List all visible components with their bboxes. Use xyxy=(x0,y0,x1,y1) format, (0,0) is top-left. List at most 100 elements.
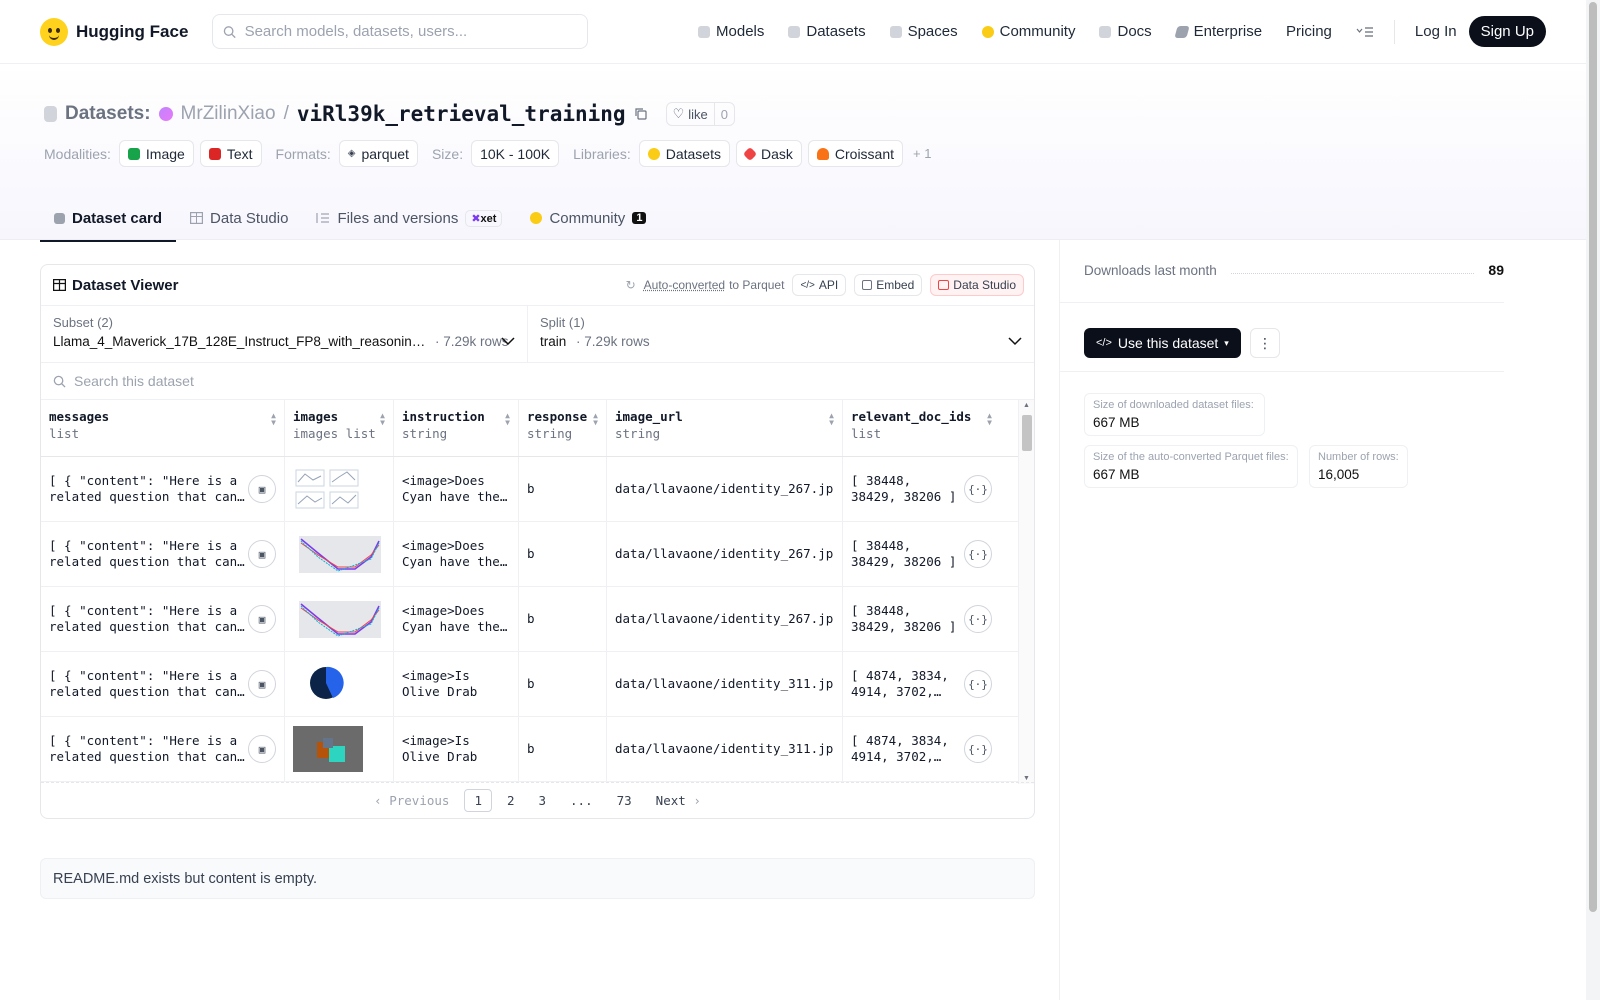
cell-response[interactable]: b xyxy=(519,717,607,781)
auto-converted-link[interactable]: Auto-converted xyxy=(644,278,725,292)
tab-data-studio[interactable]: Data Studio xyxy=(176,195,302,241)
sort-icon[interactable]: ▲ ▼ xyxy=(593,412,598,427)
column-header-image-url[interactable]: image_url string ▲ ▼ xyxy=(607,400,843,456)
more-libraries[interactable]: + 1 xyxy=(913,146,931,161)
tag-croissant[interactable]: Croissant xyxy=(807,140,904,167)
global-search[interactable] xyxy=(212,14,589,49)
cell-messages[interactable]: [ { "content": "Here is a related questi… xyxy=(41,652,285,716)
api-button[interactable]: </> API xyxy=(792,274,847,296)
sort-icon[interactable]: ▲ ▼ xyxy=(380,412,385,427)
page-button[interactable]: 1 xyxy=(464,789,492,812)
json-braces-icon[interactable]: {·} xyxy=(964,670,992,698)
column-header-instruction[interactable]: instruction string ▲ ▼ xyxy=(394,400,519,456)
table-scrollbar[interactable]: ▲ ▼ xyxy=(1018,400,1034,784)
cell-image-url[interactable]: data/llavaone/identity_311.jpg xyxy=(607,652,843,716)
cell-images[interactable] xyxy=(285,717,394,781)
cell-instruction[interactable]: <image>Is Olive Drab the… xyxy=(394,652,519,716)
nav-pricing[interactable]: Pricing xyxy=(1274,23,1344,40)
json-braces-icon[interactable]: {·} xyxy=(964,540,992,568)
owner-link[interactable]: MrZilinXiao xyxy=(181,103,276,125)
cell-images[interactable] xyxy=(285,457,394,521)
tab-community[interactable]: Community 1 xyxy=(516,195,660,241)
dataset-name[interactable]: viRl39k_retrieval_training xyxy=(297,102,626,126)
sort-icon[interactable]: ▲ ▼ xyxy=(829,412,834,427)
cell-response[interactable]: b xyxy=(519,522,607,586)
cell-instruction[interactable]: <image>Does Cyan have the… xyxy=(394,587,519,651)
cell-images[interactable] xyxy=(285,587,394,651)
login-link[interactable]: Log In xyxy=(1403,23,1469,40)
image-thumbnail[interactable] xyxy=(293,661,363,707)
nav-datasets[interactable]: Datasets xyxy=(776,23,877,40)
column-header-messages[interactable]: messages list ▲ ▼ xyxy=(41,400,285,456)
cell-instruction[interactable]: <image>Does Cyan have the… xyxy=(394,457,519,521)
chat-bubble-icon[interactable]: ▣ xyxy=(248,475,276,503)
page-button[interactable]: 3 xyxy=(530,790,556,811)
table-row[interactable]: [ { "content": "Here is a related questi… xyxy=(41,457,1020,522)
cell-response[interactable]: b xyxy=(519,652,607,716)
sort-icon[interactable]: ▲ ▼ xyxy=(271,412,276,427)
page-button[interactable]: 2 xyxy=(498,790,524,811)
subset-selector[interactable]: Subset (2) Llama_4_Maverick_17B_128E_Ins… xyxy=(41,306,528,362)
cell-image-url[interactable]: data/llavaone/identity_267.jpg xyxy=(607,457,843,521)
table-row[interactable]: [ { "content": "Here is a related questi… xyxy=(41,652,1020,717)
use-this-dataset-button[interactable]: </> Use this dataset ▾ xyxy=(1084,328,1241,358)
column-header-response[interactable]: response string ▲ ▼ xyxy=(519,400,607,456)
cell-messages[interactable]: [ { "content": "Here is a related questi… xyxy=(41,457,285,521)
nav-enterprise[interactable]: Enterprise xyxy=(1164,23,1274,40)
image-thumbnail[interactable] xyxy=(293,466,363,512)
table-row[interactable]: [ { "content": "Here is a related questi… xyxy=(41,522,1020,587)
table-row[interactable]: [ { "content": "Here is a related questi… xyxy=(41,587,1020,652)
data-studio-button[interactable]: Data Studio xyxy=(930,274,1024,296)
scroll-down-arrow-icon[interactable]: ▼ xyxy=(1023,775,1030,782)
column-header-relevant-doc-ids[interactable]: relevant_doc_ids list ▲ ▼ xyxy=(843,400,1000,456)
image-thumbnail[interactable] xyxy=(293,726,363,772)
tag-image[interactable]: Image xyxy=(118,140,194,167)
page-button[interactable]: 73 xyxy=(608,790,641,811)
cell-instruction[interactable]: <image>Does Cyan have the… xyxy=(394,522,519,586)
cell-image-url[interactable]: data/llavaone/identity_311.jpg xyxy=(607,717,843,781)
cell-relevant-doc-ids[interactable]: [ 4874, 3834, 4914, 3702,… {·} xyxy=(843,717,1000,781)
cell-relevant-doc-ids[interactable]: [ 4874, 3834, 4914, 3702,… {·} xyxy=(843,652,1000,716)
brand-link[interactable]: Hugging Face xyxy=(40,17,188,46)
page-scrollbar[interactable] xyxy=(1586,0,1600,1000)
cell-response[interactable]: b xyxy=(519,587,607,651)
tag-size[interactable]: 10K - 100K xyxy=(471,140,560,167)
tag-datasets-lib[interactable]: Datasets xyxy=(638,140,730,167)
image-thumbnail[interactable] xyxy=(293,596,383,642)
tab-dataset-card[interactable]: Dataset card xyxy=(40,195,177,242)
previous-page-button[interactable]: ‹ Previous xyxy=(365,790,458,811)
sort-icon[interactable]: ▲ ▼ xyxy=(505,412,510,427)
page-scrollbar-thumb[interactable] xyxy=(1589,2,1597,912)
chat-bubble-icon[interactable]: ▣ xyxy=(248,670,276,698)
table-scrollbar-thumb[interactable] xyxy=(1022,415,1032,451)
chat-bubble-icon[interactable]: ▣ xyxy=(248,735,276,763)
column-header-images[interactable]: images images list ▲ ▼ xyxy=(285,400,394,456)
json-braces-icon[interactable]: {·} xyxy=(964,475,992,503)
copy-icon[interactable] xyxy=(634,107,648,121)
cell-instruction[interactable]: <image>Is Olive Drab the… xyxy=(394,717,519,781)
sort-icon[interactable]: ▲ ▼ xyxy=(987,412,992,427)
cell-messages[interactable]: [ { "content": "Here is a related questi… xyxy=(41,522,285,586)
more-menu-button[interactable] xyxy=(1344,26,1386,38)
scroll-up-arrow-icon[interactable]: ▲ xyxy=(1023,402,1030,409)
json-braces-icon[interactable]: {·} xyxy=(964,605,992,633)
cell-image-url[interactable]: data/llavaone/identity_267.jpg xyxy=(607,587,843,651)
split-selector[interactable]: Split (1) train · 7.29k rows xyxy=(528,306,1034,362)
table-row[interactable]: [ { "content": "Here is a related questi… xyxy=(41,717,1020,782)
global-search-input[interactable] xyxy=(244,23,578,40)
nav-models[interactable]: Models xyxy=(686,23,776,40)
cell-images[interactable] xyxy=(285,522,394,586)
cell-response[interactable]: b xyxy=(519,457,607,521)
like-button[interactable]: ♡ like 0 xyxy=(665,102,735,126)
cell-image-url[interactable]: data/llavaone/identity_267.jpg xyxy=(607,522,843,586)
json-braces-icon[interactable]: {·} xyxy=(964,735,992,763)
tag-text[interactable]: Text xyxy=(199,140,262,167)
cell-messages[interactable]: [ { "content": "Here is a related questi… xyxy=(41,717,285,781)
next-page-button[interactable]: Next › xyxy=(647,790,710,811)
embed-button[interactable]: Embed xyxy=(854,274,923,296)
tab-files-and-versions[interactable]: Files and versions ✖xet xyxy=(302,195,516,241)
cell-relevant-doc-ids[interactable]: [ 38448, 38429, 38206 ] {·} xyxy=(843,587,1000,651)
cell-images[interactable] xyxy=(285,652,394,716)
cell-relevant-doc-ids[interactable]: [ 38448, 38429, 38206 ] {·} xyxy=(843,522,1000,586)
dataset-search[interactable]: Search this dataset xyxy=(41,363,1034,400)
